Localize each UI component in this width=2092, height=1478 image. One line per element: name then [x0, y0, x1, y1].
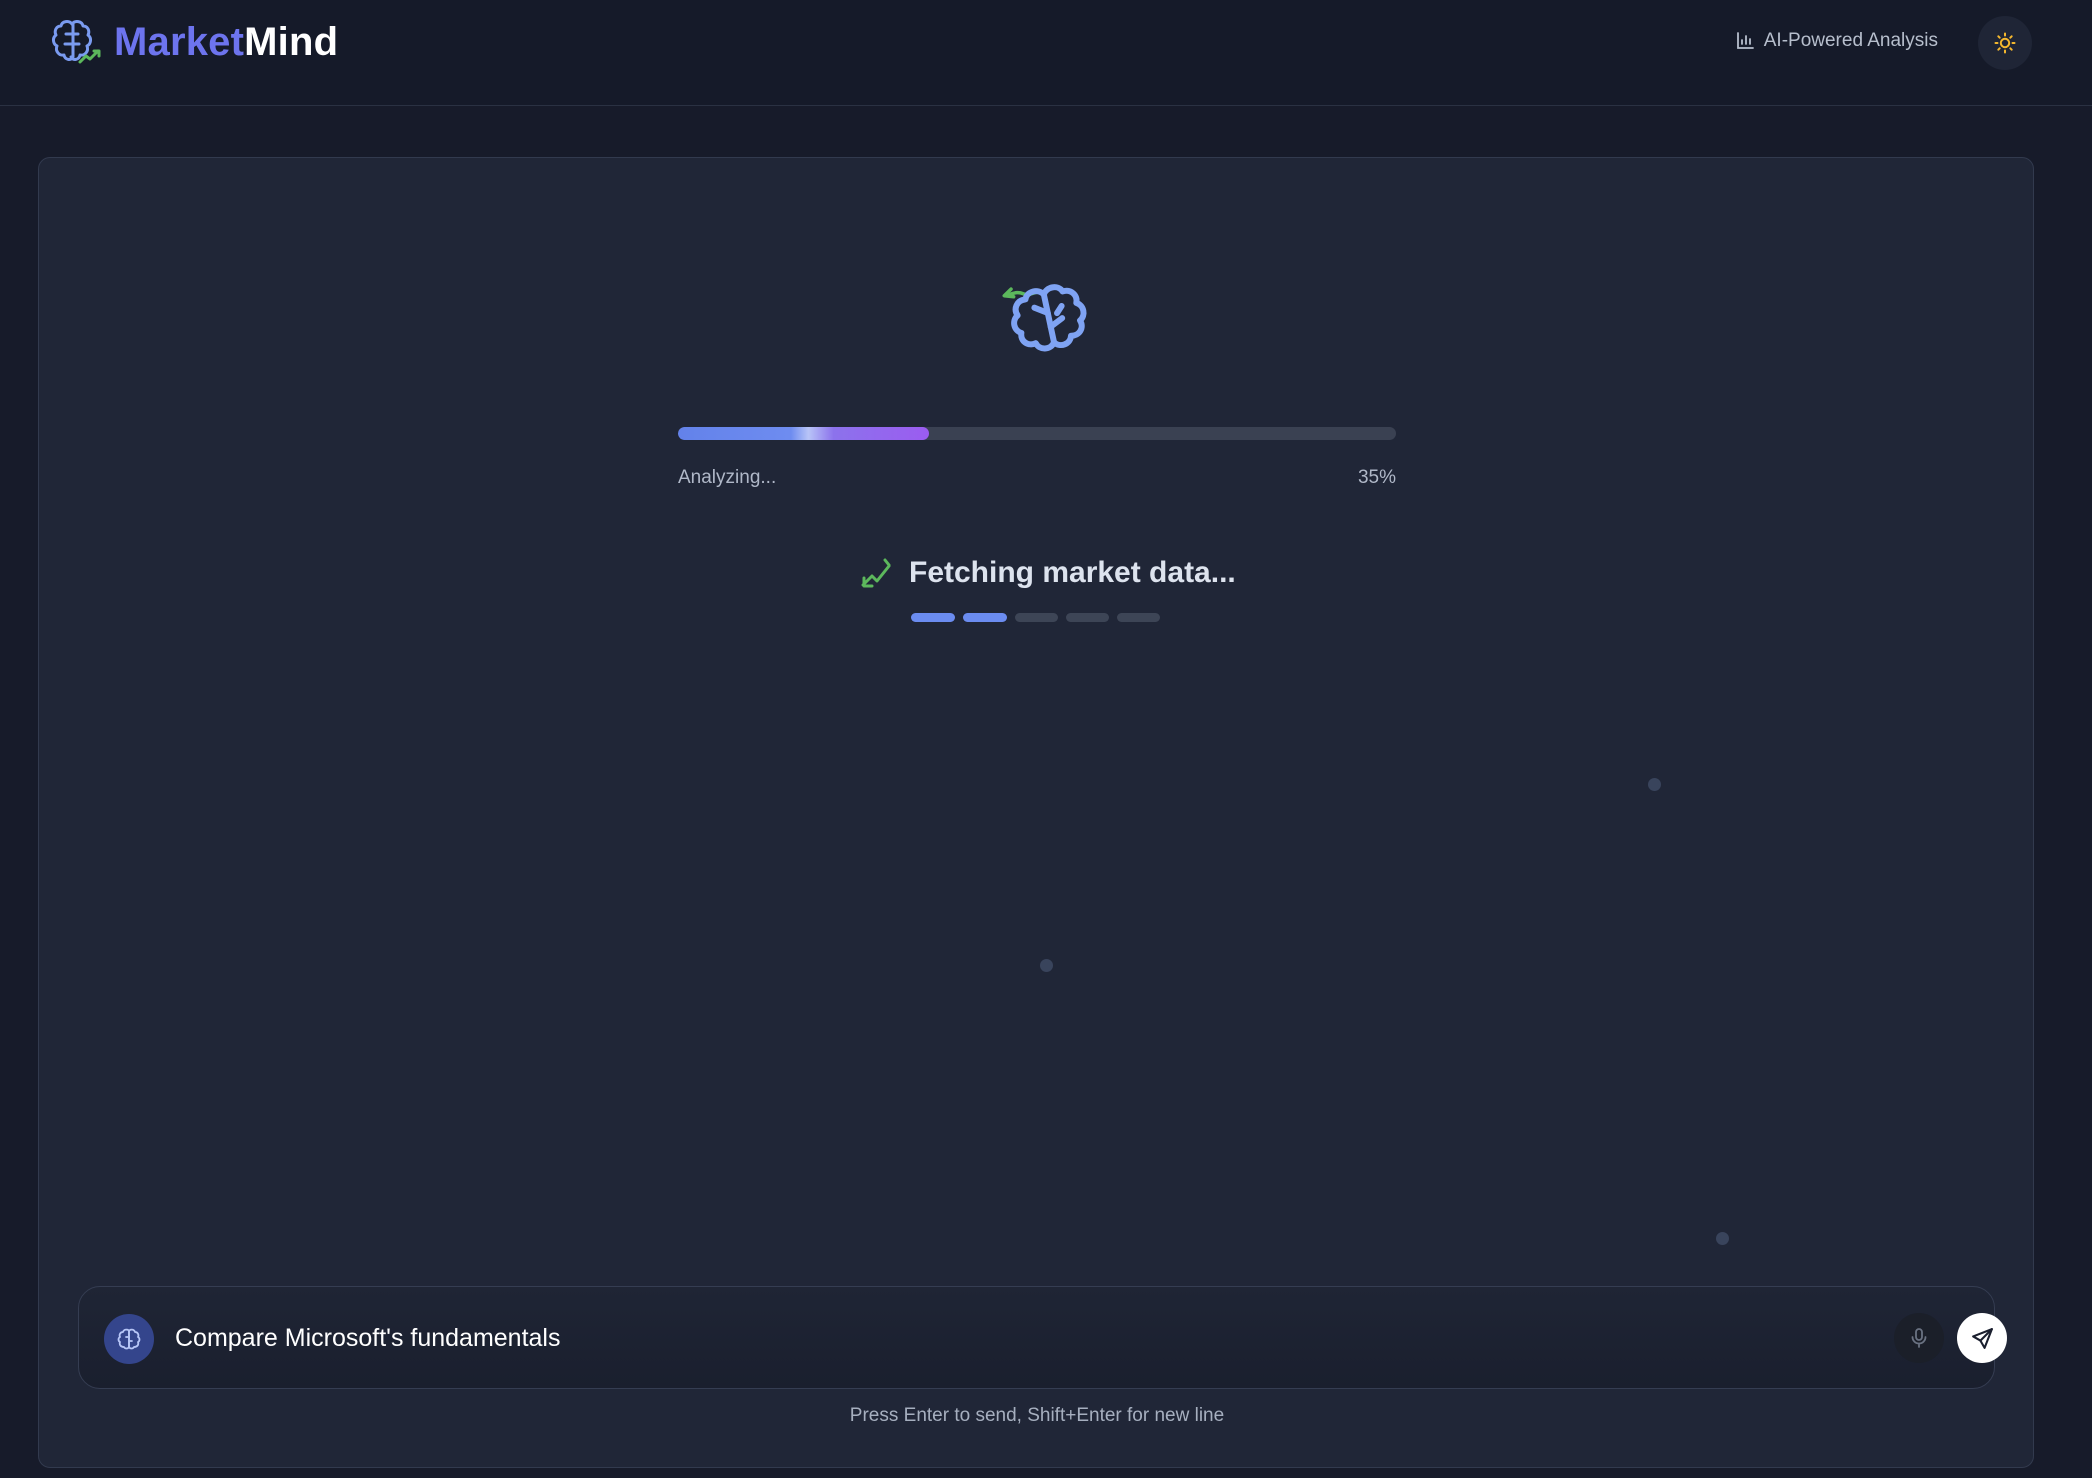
brain-icon: [1002, 284, 1087, 352]
step-segment: [1117, 613, 1160, 622]
progress-fill: [678, 427, 930, 440]
trend-up-icon: [861, 558, 891, 588]
brain-icon: [52, 20, 101, 64]
microphone-icon: [1911, 1328, 1927, 1348]
input-hint: Press Enter to send, Shift+Enter for new…: [849, 1405, 1225, 1426]
app-name-part1: Market: [114, 20, 245, 64]
app-name: MarketMind: [114, 18, 338, 66]
assistant-avatar: [104, 1314, 154, 1364]
brain-icon: [117, 1328, 141, 1350]
decorative-dot: [1648, 778, 1661, 791]
voice-input-button[interactable]: [1894, 1313, 1944, 1363]
step-indicator: [911, 613, 1168, 622]
step-segment: [1066, 613, 1109, 622]
progress-label: Analyzing...: [678, 467, 777, 488]
app-logo[interactable]: MarketMind: [50, 18, 338, 66]
app-name-part2: Mind: [244, 20, 339, 64]
status-text: Fetching market data...: [909, 556, 1236, 589]
loading-status: Fetching market data...: [859, 548, 1236, 598]
ai-powered-label: AI-Powered Analysis: [1763, 30, 1938, 51]
analysis-panel: Analyzing... 35% Fetching market data...: [38, 157, 2034, 1468]
ai-powered-badge: AI-Powered Analysis: [1735, 26, 1938, 56]
step-segment: [963, 613, 1007, 622]
progress-percent: 35%: [1357, 467, 1396, 488]
analysis-progress-bar: [678, 427, 1396, 440]
send-button[interactable]: [1957, 1313, 2007, 1363]
decorative-dot: [1040, 959, 1053, 972]
theme-toggle-button[interactable]: [1978, 16, 2032, 70]
decorative-dot: [1716, 1232, 1729, 1245]
bar-chart-icon: [1736, 32, 1754, 49]
send-icon: [1971, 1327, 1993, 1349]
step-segment: [911, 613, 955, 622]
chat-input-bar: [78, 1286, 2007, 1389]
chat-input[interactable]: [173, 1313, 1873, 1363]
app-header: MarketMind AI-Powered Analysis: [0, 0, 2092, 106]
step-segment: [1015, 613, 1058, 622]
sun-icon: [1994, 32, 2016, 54]
